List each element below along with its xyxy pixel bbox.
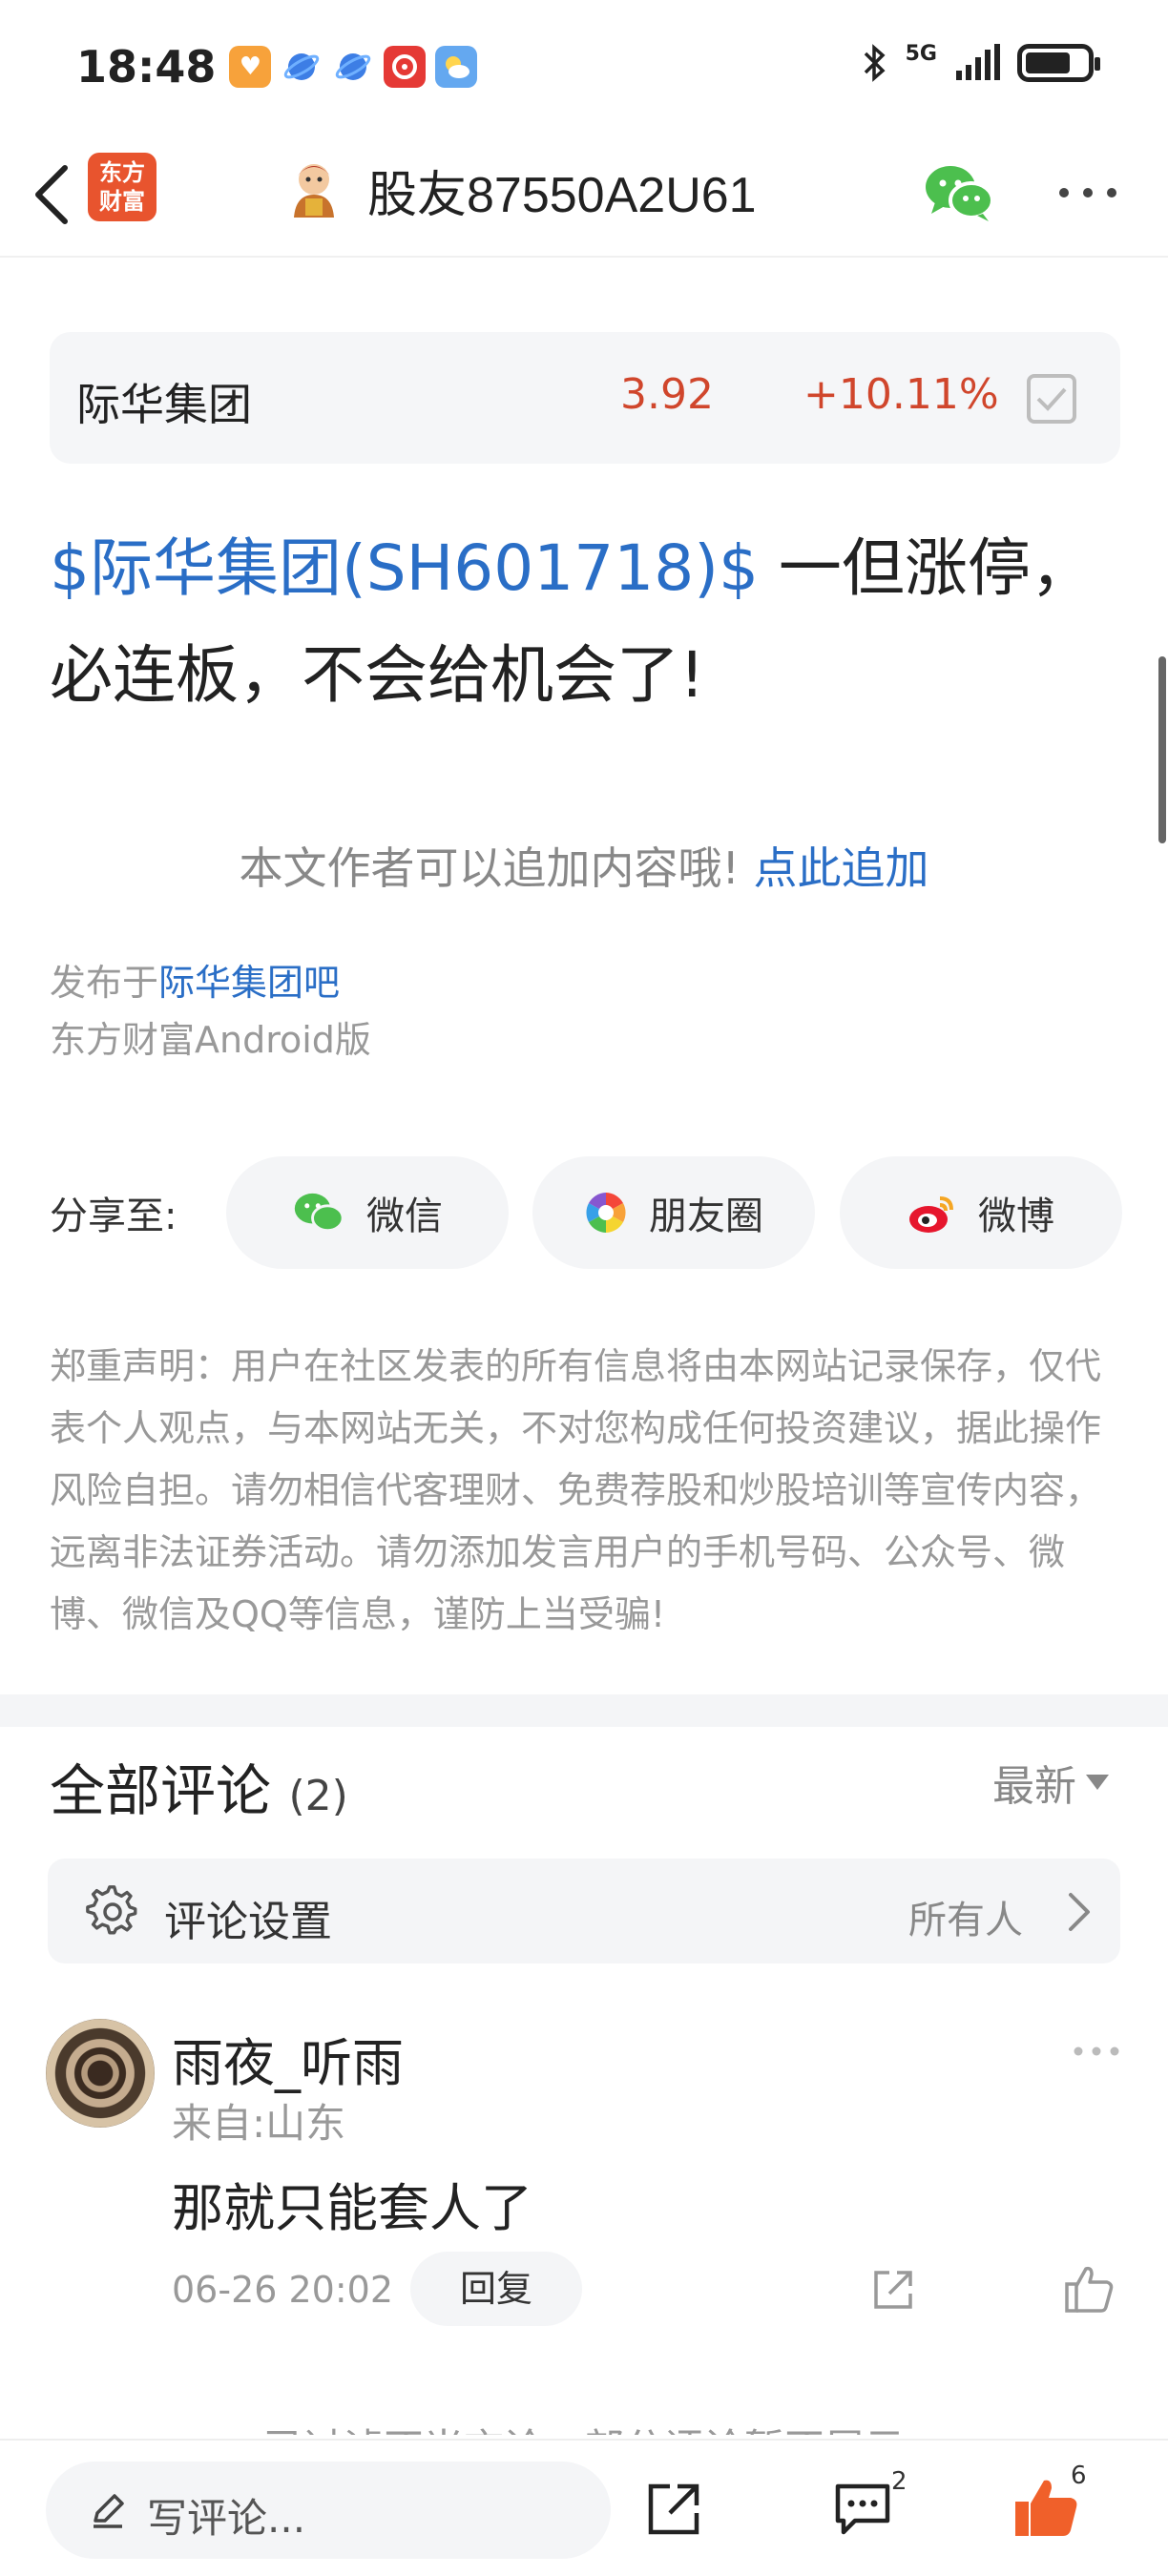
bottom-bar: 写评论... 2 6 (0, 2439, 1168, 2576)
append-prompt-text: 本文作者可以追加内容哦! (239, 842, 754, 894)
comment-icon[interactable] (832, 2479, 893, 2538)
chevron-right-icon (1069, 1893, 1090, 1931)
network-type: 5G (905, 41, 937, 66)
bluetooth-icon (864, 44, 886, 82)
stock-tag-link[interactable]: $际华集团(SH601718)$ (50, 531, 759, 605)
client-info: 东方财富Android版 (50, 1019, 371, 1061)
write-comment-placeholder: 写评论... (147, 2495, 306, 2542)
share-icon[interactable] (645, 2481, 702, 2538)
more-icon[interactable] (1071, 2042, 1122, 2061)
status-time: 18:48 (76, 41, 217, 93)
wechat-icon (294, 1193, 344, 1233)
stock-price: 3.92 (620, 370, 714, 419)
comments-title-text: 全部评论 (50, 1758, 272, 1823)
app-logo[interactable]: 东方 财富 (88, 153, 156, 221)
pencil-icon (94, 2494, 124, 2528)
disclaimer: 郑重声明：用户在社区发表的所有信息将由本网站记录保存，仅代表个人观点，与本网站无… (50, 1345, 1102, 1635)
share-wechat-label: 微信 (366, 1195, 443, 1238)
commenter-location: 来自:山东 (172, 2100, 346, 2147)
commenter-avatar[interactable] (46, 2019, 155, 2128)
forum-link[interactable]: 际华集团吧 (158, 962, 340, 1004)
wechat-icon[interactable] (924, 162, 994, 223)
commenter-name[interactable]: 雨夜_听雨 (172, 2021, 404, 2096)
status-bar: 18:48 ♥ 5G (0, 0, 1168, 134)
append-link[interactable]: 点此追加 (754, 842, 929, 894)
more-icon[interactable] (1054, 181, 1121, 204)
sort-label: 最新 (992, 1762, 1076, 1811)
app-logo-line1: 东方 (99, 159, 145, 186)
nav-header: 东方 财富 股友87550A2U61 (0, 134, 1168, 258)
share-icon[interactable] (868, 2265, 918, 2315)
netease-music-icon (384, 46, 427, 88)
share-label: 分享至: (50, 1195, 177, 1238)
page-title: 股友87550A2U61 (367, 168, 757, 223)
signal-icon (956, 44, 1000, 80)
published-prefix: 发布于 (50, 962, 159, 1004)
comment-settings-row[interactable]: 评论设置 所有人 (48, 1859, 1120, 1963)
comment-settings-label: 评论设置 (164, 1898, 332, 1946)
browser-app-icon-2 (332, 46, 374, 88)
append-prompt: 本文作者可以追加内容哦! 点此追加 (0, 834, 1168, 897)
stock-card[interactable]: 际华集团 3.92 +10.11% (50, 332, 1120, 464)
share-weibo-label: 微博 (978, 1195, 1054, 1238)
sort-dropdown[interactable]: 最新 (992, 1752, 1109, 1813)
gear-icon (86, 1885, 137, 1935)
status-indicators: 5G (860, 41, 1100, 84)
caret-down-icon (1086, 1775, 1109, 1790)
taobao-app-icon: ♥ (229, 46, 272, 88)
share-weibo-button[interactable]: 微博 (840, 1156, 1122, 1269)
weibo-icon (909, 1196, 953, 1233)
comment-time: 06-26 20:02 (172, 2269, 394, 2311)
moments-icon (586, 1193, 626, 1233)
post-meta: 发布于际华集团吧 东方财富Android版 (50, 954, 371, 1069)
scrollbar[interactable] (1158, 656, 1166, 843)
check-icon (1036, 387, 1067, 411)
stock-name: 际华集团 (76, 379, 252, 430)
app-logo-line2: 财富 (99, 188, 145, 215)
chevron-left-icon[interactable] (21, 156, 88, 233)
stock-change: +10.11% (803, 370, 999, 419)
comment-text: 那就只能套人了 (172, 2178, 532, 2238)
share-moments-label: 朋友圈 (649, 1195, 763, 1238)
reply-button[interactable]: 回复 (410, 2252, 582, 2326)
comments-title: 全部评论 (2) (50, 1746, 348, 1826)
share-moments-button[interactable]: 朋友圈 (532, 1156, 815, 1269)
battery-icon (1017, 44, 1100, 82)
post-body: $际华集团(SH601718)$ 一但涨停，必连板，不会给机会了! (50, 515, 1128, 729)
share-wechat-button[interactable]: 微信 (226, 1156, 509, 1269)
comment-settings-value: 所有人 (908, 1899, 1023, 1942)
write-comment-input[interactable]: 写评论... (46, 2462, 611, 2559)
scrolled-text-fragment (52, 233, 90, 261)
section-divider (0, 1694, 1168, 1727)
comments-count: (2) (288, 1772, 348, 1820)
filtered-note: 已过滤不当言论，部分评论暂不展示 (0, 2406, 1168, 2435)
browser-app-icon (281, 46, 323, 88)
weather-app-icon (435, 46, 478, 88)
user-avatar-icon[interactable] (284, 160, 344, 219)
watchlist-checkbox[interactable] (1027, 374, 1076, 424)
thumbs-up-icon[interactable] (1063, 2263, 1115, 2315)
like-count-badge: 6 (1071, 2462, 1087, 2490)
comment-count-badge: 2 (891, 2467, 907, 2496)
